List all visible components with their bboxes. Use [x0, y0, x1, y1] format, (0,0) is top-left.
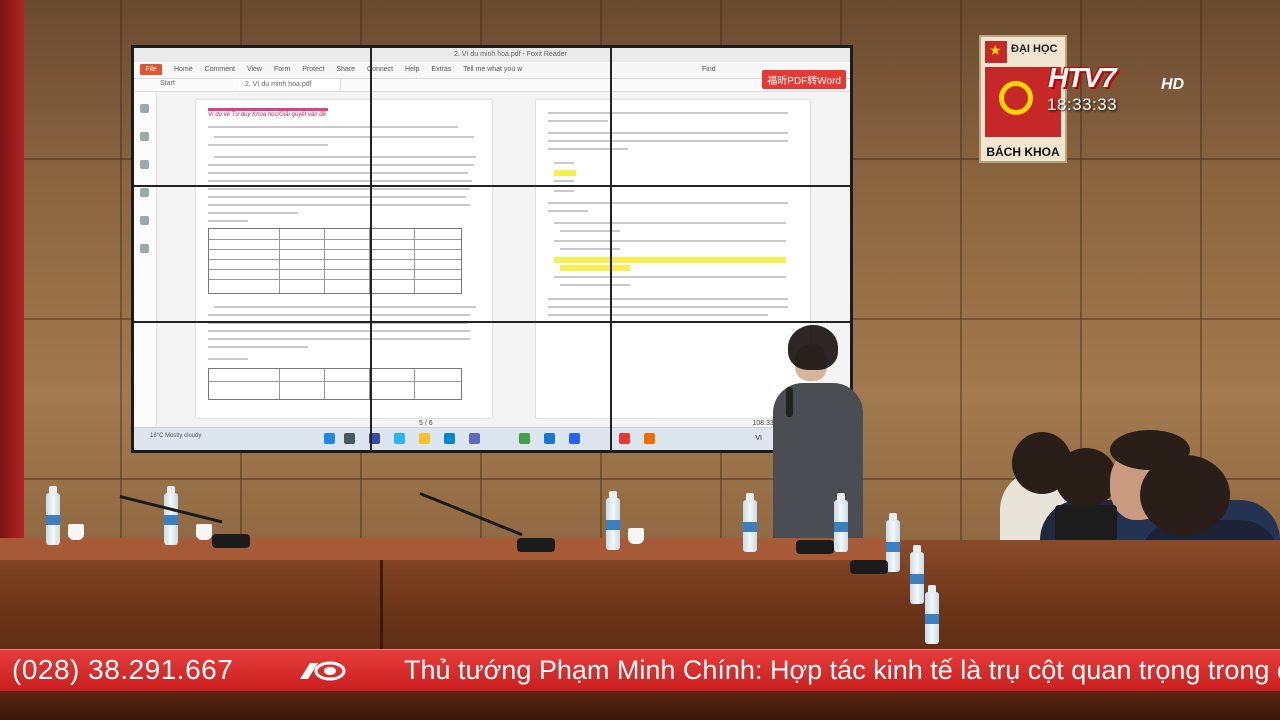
- pdf-page-left: Ví dụ về Tư duy Khoa học/Giải quyết vấn …: [196, 100, 492, 418]
- search-icon[interactable]: [344, 433, 355, 444]
- water-bottle: [886, 513, 900, 572]
- pdf-title-bar: 2. Ví du minh hoa.pdf - Foxit Reader: [134, 48, 850, 62]
- tab-start[interactable]: Start: [160, 80, 175, 87]
- page-heading: Ví dụ về Tư duy Khoa học/Giải quyết vấn …: [208, 112, 326, 118]
- gear-icon: [999, 81, 1033, 115]
- logo-text-bottom: BÁCH KHOA: [986, 145, 1060, 159]
- desk-front: [0, 691, 1280, 720]
- pdf-to-word-promo[interactable]: 福昕PDF转Word: [762, 70, 846, 89]
- presenter: [768, 325, 868, 565]
- projector-screen: 2. Ví du minh hoa.pdf - Foxit Reader Fil…: [131, 45, 853, 453]
- file-explorer-icon[interactable]: [419, 433, 430, 444]
- tab-help[interactable]: Help: [405, 66, 419, 73]
- powerpoint-icon[interactable]: [619, 433, 630, 444]
- tab-document[interactable]: 2. Ví du minh hoa.pdf: [239, 79, 341, 91]
- pdf-ribbon[interactable]: File Home Comment View Form Protect Shar…: [134, 62, 850, 79]
- water-bottle: [910, 545, 924, 604]
- channel-logo: HTV7 HD: [1048, 60, 1198, 96]
- page-icon[interactable]: [140, 132, 149, 141]
- desk-microphone: [517, 538, 555, 552]
- presenter-hair: [788, 325, 838, 370]
- desk-top: [0, 538, 900, 560]
- channel-hd: HD: [1161, 76, 1185, 93]
- teams-icon[interactable]: [469, 433, 480, 444]
- desk-microphone: [212, 534, 250, 548]
- tea-cup: [68, 524, 84, 540]
- video-wall-seam: [610, 48, 612, 450]
- audience-head: [1055, 448, 1117, 508]
- language-indicator[interactable]: VI: [755, 435, 762, 442]
- broadcast-clock: 18:33:33: [1047, 95, 1118, 114]
- layers-icon[interactable]: [140, 216, 149, 225]
- weather-widget[interactable]: 18°C Mostly cloudy: [150, 433, 201, 439]
- tab-protect[interactable]: Protect: [302, 66, 324, 73]
- water-bottle: [164, 486, 178, 545]
- logo-text-top: ĐẠI HỌC: [1011, 43, 1058, 55]
- attachment-icon[interactable]: [140, 188, 149, 197]
- document-tab-bar: Start 2. Ví du minh hoa.pdf: [134, 79, 850, 92]
- chrome-icon[interactable]: [519, 433, 530, 444]
- edge-icon[interactable]: [444, 433, 455, 444]
- window-title: 2. Ví du minh hoa.pdf - Foxit Reader: [454, 51, 567, 58]
- widgets-icon[interactable]: [394, 433, 405, 444]
- signature-icon[interactable]: [140, 244, 149, 253]
- handheld-microphone: [786, 387, 793, 417]
- news-ticker: (028) 38.291.667 Thủ tướng Phạm Minh Chí…: [0, 649, 1280, 693]
- zalo-icon[interactable]: [569, 433, 580, 444]
- foxit-icon[interactable]: [644, 433, 655, 444]
- hotline-number: (028) 38.291.667: [12, 654, 234, 685]
- bookmark-icon[interactable]: [140, 104, 149, 113]
- tea-cup: [628, 528, 644, 544]
- ticker-headline: Thủ tướng Phạm Minh Chính: Hợp tác kinh …: [404, 655, 1280, 685]
- windows-taskbar: 18°C Mostly cloudy VI: [134, 427, 850, 450]
- htv-ticker-icon: [300, 661, 346, 681]
- red-curtain: [0, 0, 24, 560]
- channel-name: HTV7: [1048, 62, 1117, 93]
- data-table-2: [208, 368, 462, 400]
- video-wall-seam: [134, 185, 850, 187]
- file-menu-button[interactable]: File: [140, 64, 162, 75]
- tab-extras[interactable]: Extras: [431, 66, 451, 73]
- tab-form[interactable]: Form: [274, 66, 290, 73]
- desk-microphone: [796, 540, 834, 554]
- tab-home[interactable]: Home: [174, 66, 193, 73]
- page-heading-highlight: [208, 108, 328, 111]
- messenger-icon[interactable]: [544, 433, 555, 444]
- tab-comment[interactable]: Comment: [205, 66, 235, 73]
- ribbon-tabs[interactable]: Home Comment View Form Protect Share Con…: [174, 66, 532, 73]
- find-box[interactable]: Find: [702, 66, 716, 73]
- tab-share[interactable]: Share: [336, 66, 355, 73]
- desk-microphone: [850, 560, 888, 574]
- pdf-sidebar: [134, 92, 157, 432]
- video-wall-seam: [134, 321, 850, 323]
- water-bottle: [606, 491, 620, 550]
- tab-view[interactable]: View: [247, 66, 262, 73]
- data-table-1: [208, 228, 462, 294]
- comment-icon[interactable]: [140, 160, 149, 169]
- smartphone: [1055, 505, 1117, 541]
- flag-icon: [985, 41, 1007, 63]
- water-bottle: [925, 585, 939, 644]
- page-navigator[interactable]: 5 / 6: [419, 420, 433, 427]
- tell-me-input[interactable]: Tell me what you w: [463, 66, 522, 73]
- video-wall-seam: [370, 48, 372, 450]
- water-bottle: [46, 486, 60, 545]
- audience-head: [1140, 455, 1230, 535]
- water-bottle: [834, 493, 848, 552]
- tea-cup: [196, 524, 212, 540]
- water-bottle: [743, 493, 757, 552]
- start-icon[interactable]: [324, 433, 335, 444]
